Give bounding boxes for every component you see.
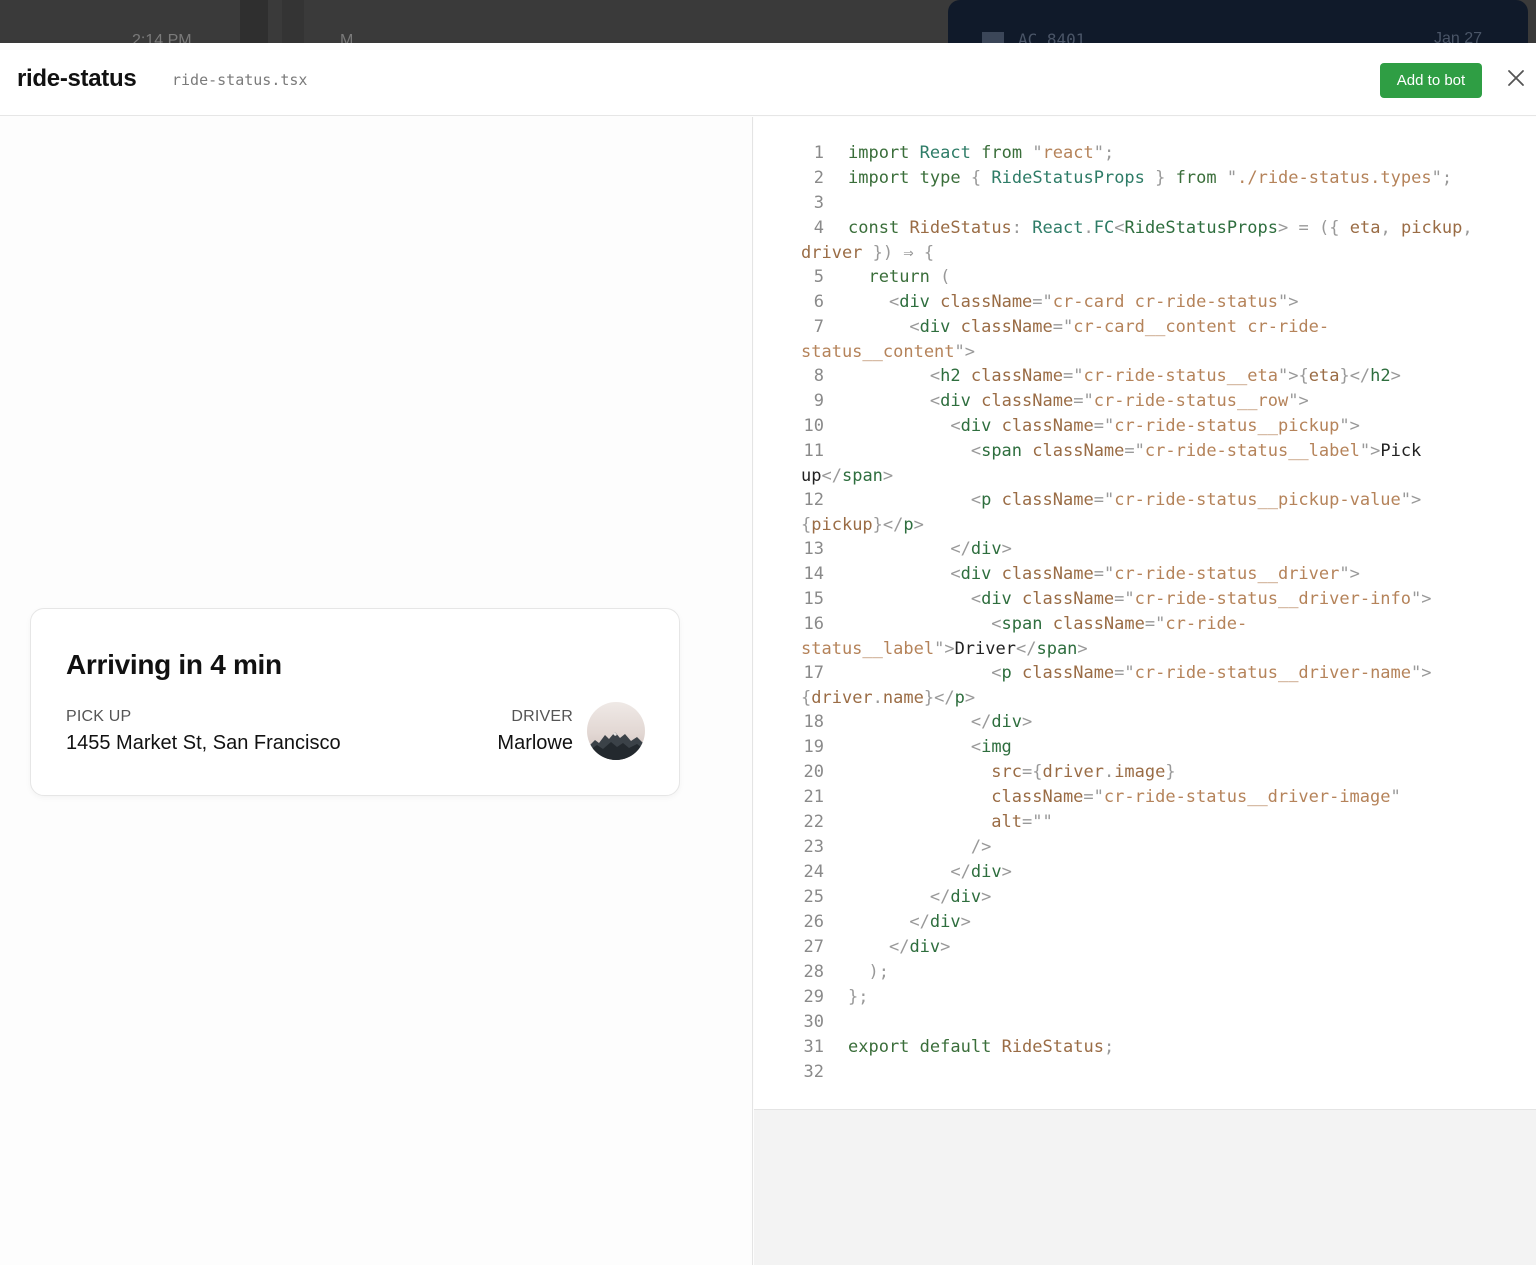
driver-avatar bbox=[587, 702, 645, 760]
background-flight-date: Jan 27 bbox=[1434, 30, 1483, 43]
code-line: 28 ); bbox=[754, 960, 1536, 985]
code-text: alt="" bbox=[991, 812, 1053, 832]
code-line: 25 </div> bbox=[754, 885, 1536, 910]
code-text: </div> bbox=[888, 937, 951, 957]
code-line: 1 import React from "react"; bbox=[754, 141, 1536, 166]
driver-label: DRIVER bbox=[511, 708, 573, 725]
line-number: 30 bbox=[803, 1012, 824, 1032]
modal-header: ride-status ride-status.tsx Add to bot bbox=[0, 43, 1536, 116]
code-line: 3 bbox=[754, 191, 1536, 216]
code-block: 1 import React from "react"; 2 import type … bbox=[754, 141, 1536, 1085]
code-text: }; bbox=[848, 987, 869, 1007]
code-line: 29}; bbox=[754, 985, 1536, 1010]
eta-heading: Arriving in 4 min bbox=[66, 649, 282, 680]
code-text: <span className="cr-ride-status__label">… bbox=[801, 614, 1248, 659]
code-line: 27 </div> bbox=[754, 935, 1536, 960]
driver-name: Marlowe bbox=[497, 732, 573, 754]
code-line: 30 bbox=[754, 1010, 1536, 1035]
code-line: 18 </div> bbox=[754, 710, 1536, 735]
code-text: </div> bbox=[950, 862, 1012, 882]
code-text: <h2 className="cr-ride-status__eta">{eta… bbox=[929, 366, 1401, 386]
mountain-photo-icon bbox=[587, 732, 645, 760]
background-text: M bbox=[340, 32, 354, 43]
code-line: 2 import type { RideStatusProps } from ".… bbox=[754, 166, 1536, 191]
code-line: 19 <img bbox=[754, 735, 1536, 760]
code-text: /> bbox=[970, 837, 992, 857]
code-text: </div> bbox=[970, 712, 1033, 732]
code-line: 5 return ( bbox=[754, 265, 1536, 290]
code-text: <div className="cr-ride-status__driver-i… bbox=[970, 589, 1432, 609]
code-line: 16 <span className="cr-ride-status__labe… bbox=[754, 612, 1536, 661]
code-text: return ( bbox=[868, 267, 951, 287]
close-icon[interactable] bbox=[1502, 64, 1530, 92]
pickup-label: PICK UP bbox=[66, 708, 132, 725]
code-line: 31 export default RideStatus; bbox=[754, 1035, 1536, 1060]
code-text: className="cr-ride-status__driver-image" bbox=[991, 787, 1401, 807]
code-text: <div className="cr-ride-status__driver"> bbox=[950, 564, 1360, 584]
code-line: 10 <div className="cr-ride-status__picku… bbox=[754, 414, 1536, 439]
code-text: import type { RideStatusProps } from "./… bbox=[848, 168, 1453, 188]
code-text: </div> bbox=[950, 539, 1012, 559]
line-number: 32 bbox=[803, 1062, 824, 1082]
background-app-strip: 2:14 PM M AC 8401 Jan 27 bbox=[0, 0, 1536, 43]
code-text: ); bbox=[868, 962, 889, 982]
preview-pane: Arriving in 4 min PICK UP 1455 Market St… bbox=[0, 117, 753, 1265]
background-divider bbox=[240, 0, 268, 43]
code-text: <div className="cr-card__content cr-ride… bbox=[801, 317, 1330, 362]
component-filename: ride-status.tsx bbox=[172, 71, 308, 89]
line-number: 3 bbox=[813, 193, 824, 213]
code-line: 9 <div className="cr-ride-status__row"> bbox=[754, 389, 1536, 414]
code-line: 6 <div className="cr-card cr-ride-status… bbox=[754, 290, 1536, 315]
component-title: ride-status bbox=[17, 65, 137, 92]
code-line: 23 /> bbox=[754, 835, 1536, 860]
code-line: 14 <div className="cr-ride-status__drive… bbox=[754, 562, 1536, 587]
code-text: src={driver.image} bbox=[991, 762, 1176, 782]
code-line: 32 bbox=[754, 1060, 1536, 1085]
code-text: </div> bbox=[909, 912, 971, 932]
background-time: 2:14 PM bbox=[132, 32, 192, 43]
airline-icon bbox=[982, 32, 1004, 43]
code-text: export default RideStatus; bbox=[848, 1037, 1115, 1057]
code-line: 7 <div className="cr-card__content cr-ri… bbox=[754, 315, 1536, 364]
code-text: <img bbox=[970, 737, 1012, 757]
code-line: 20 src={driver.image} bbox=[754, 760, 1536, 785]
code-text: <div className="cr-card cr-ride-status"> bbox=[888, 292, 1299, 312]
code-line: 26 </div> bbox=[754, 910, 1536, 935]
code-viewer[interactable]: 1 import React from "react"; 2 import type … bbox=[754, 117, 1536, 1110]
code-line: 17 <p className="cr-ride-status__driver-… bbox=[754, 661, 1536, 710]
code-line: 22 alt="" bbox=[754, 810, 1536, 835]
component-modal: ride-status ride-status.tsx Add to bot A… bbox=[0, 43, 1536, 1265]
code-text: <p className="cr-ride-status__pickup-val… bbox=[801, 490, 1422, 535]
code-line: 4 const RideStatus: React.FC<RideStatusPr… bbox=[754, 216, 1536, 265]
code-line: 12 <p className="cr-ride-status__pickup-… bbox=[754, 488, 1536, 537]
code-line: 15 <div className="cr-ride-status__drive… bbox=[754, 587, 1536, 612]
code-text: <p className="cr-ride-status__driver-nam… bbox=[801, 663, 1432, 708]
background-flight-card: AC 8401 Jan 27 bbox=[948, 0, 1528, 43]
code-line: 8 <h2 className="cr-ride-status__eta">{e… bbox=[754, 364, 1536, 389]
code-text: import React from "react"; bbox=[848, 143, 1115, 163]
code-text: <span className="cr-ride-status__label">… bbox=[801, 441, 1422, 486]
code-text: </div> bbox=[929, 887, 992, 907]
pickup-value: 1455 Market St, San Francisco bbox=[66, 732, 341, 754]
code-line: 13 </div> bbox=[754, 537, 1536, 562]
code-line: 24 </div> bbox=[754, 860, 1536, 885]
background-divider bbox=[282, 0, 304, 43]
code-text: <div className="cr-ride-status__pickup"> bbox=[950, 416, 1360, 436]
close-icon-glyph bbox=[1508, 70, 1524, 86]
code-line: 11 <span className="cr-ride-status__labe… bbox=[754, 439, 1536, 488]
code-viewer-footer bbox=[754, 1110, 1536, 1265]
ride-status-card: Arriving in 4 min PICK UP 1455 Market St… bbox=[30, 608, 680, 796]
code-text: <div className="cr-ride-status__row"> bbox=[929, 391, 1309, 411]
code-line: 21 className="cr-ride-status__driver-ima… bbox=[754, 785, 1536, 810]
add-to-bot-button[interactable]: Add to bot bbox=[1380, 63, 1482, 98]
code-text: const RideStatus: React.FC<RideStatusPro… bbox=[801, 218, 1473, 263]
